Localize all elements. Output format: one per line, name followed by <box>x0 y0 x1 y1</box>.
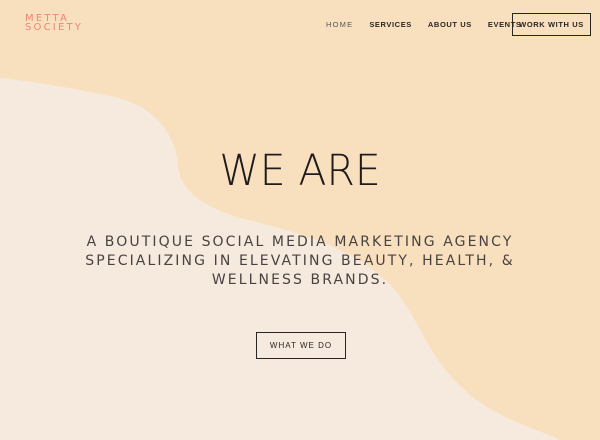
background-blob <box>0 78 560 440</box>
brand-logo[interactable]: METTA SOCIETY <box>25 14 84 33</box>
hero-subtitle-line-1: A BOUTIQUE SOCIAL MEDIA MARKETING AGENCY <box>86 234 514 250</box>
nav-item-home[interactable]: HOME <box>326 20 353 29</box>
site-header: METTA SOCIETY HOME SERVICES ABOUT US EVE… <box>0 0 600 50</box>
hero-subtitle: A BOUTIQUE SOCIAL MEDIA MARKETING AGENCY… <box>80 233 520 290</box>
brand-line-2: SOCIETY <box>25 22 84 33</box>
what-we-do-button[interactable]: WHAT WE DO <box>256 332 346 359</box>
main-nav: HOME SERVICES ABOUT US EVENTS <box>326 20 537 29</box>
nav-item-services[interactable]: SERVICES <box>369 20 412 29</box>
hero-title: WE ARE <box>219 146 381 196</box>
hero-subtitle-line-3: WELLNESS BRANDS. <box>211 272 389 288</box>
hero-subtitle-line-2: SPECIALIZING IN ELEVATING BEAUTY, HEALTH… <box>85 253 515 269</box>
nav-item-about-us[interactable]: ABOUT US <box>428 20 472 29</box>
work-with-us-button[interactable]: WORK WITH US <box>512 13 591 36</box>
